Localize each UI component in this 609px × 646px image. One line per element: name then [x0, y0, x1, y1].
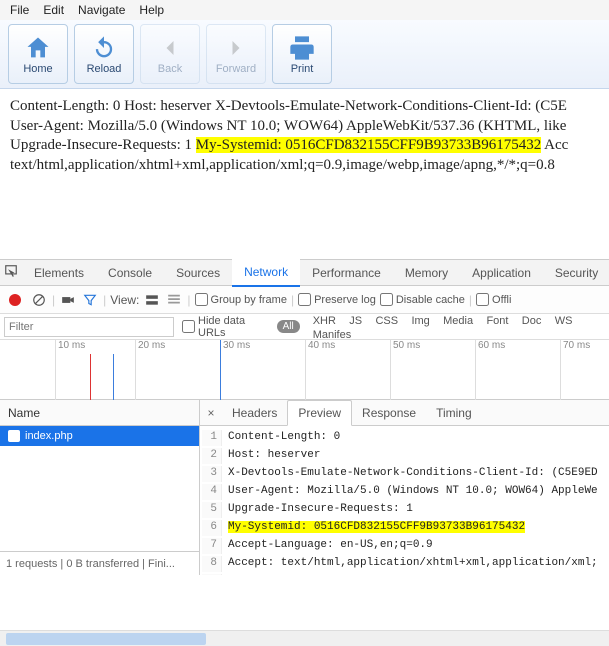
print-button[interactable]: Print	[272, 24, 332, 84]
devtools: Elements Console Sources Network Perform…	[0, 259, 609, 575]
inspect-icon[interactable]	[0, 259, 22, 286]
tick: 50 ms	[390, 340, 420, 400]
offline-checkbox[interactable]: Offli	[476, 293, 511, 306]
request-detail: × Headers Preview Response Timing 1Conte…	[200, 400, 609, 575]
tick: 70 ms	[560, 340, 590, 400]
name-header[interactable]: Name	[0, 400, 199, 426]
request-row-index-php[interactable]: index.php	[0, 426, 199, 446]
page-content: Content-Length: 0 Host: heserver X-Devto…	[0, 89, 609, 259]
forward-icon	[222, 34, 250, 62]
tab-application[interactable]: Application	[460, 260, 543, 286]
menubar: File Edit Navigate Help	[0, 0, 609, 20]
reload-button[interactable]: Reload	[74, 24, 134, 84]
reload-icon	[90, 34, 118, 62]
tick: 60 ms	[475, 340, 505, 400]
filter-img[interactable]: Img	[406, 313, 434, 329]
status-bar: 1 requests | 0 B transferred | Fini...	[0, 551, 199, 575]
filter-all[interactable]: All	[277, 320, 300, 333]
back-icon	[156, 34, 184, 62]
print-icon	[288, 34, 316, 62]
back-button[interactable]: Back	[140, 24, 200, 84]
tick: 40 ms	[305, 340, 335, 400]
filter-css[interactable]: CSS	[370, 313, 403, 329]
filter-font[interactable]: Font	[481, 313, 513, 329]
hide-data-urls-checkbox[interactable]: Hide data URLs	[182, 315, 269, 339]
disable-cache-checkbox[interactable]: Disable cache	[380, 293, 465, 306]
request-list: Name index.php 1 requests | 0 B transfer…	[0, 400, 200, 575]
print-label: Print	[291, 63, 314, 75]
detail-tabs: × Headers Preview Response Timing	[200, 400, 609, 426]
menu-navigate[interactable]: Navigate	[72, 2, 131, 18]
network-body: Name index.php 1 requests | 0 B transfer…	[0, 400, 609, 575]
group-by-frame-checkbox[interactable]: Group by frame	[195, 293, 287, 306]
reload-label: Reload	[87, 63, 122, 75]
tab-performance[interactable]: Performance	[300, 260, 393, 286]
filter-media[interactable]: Media	[438, 313, 478, 329]
filter-ws[interactable]: WS	[550, 313, 578, 329]
timeline[interactable]: 10 ms 20 ms 30 ms 40 ms 50 ms 60 ms 70 m…	[0, 340, 609, 400]
file-icon	[8, 430, 20, 442]
tab-sources[interactable]: Sources	[164, 260, 232, 286]
clear-icon[interactable]	[30, 291, 48, 309]
tick: 20 ms	[135, 340, 165, 400]
network-filter-bar: Hide data URLs All XHR JS CSS Img Media …	[0, 314, 609, 340]
view-label: View:	[110, 293, 139, 307]
tab-console[interactable]: Console	[96, 260, 164, 286]
toolbar: Home Reload Back Forward Print	[0, 20, 609, 89]
large-view-icon[interactable]	[143, 291, 161, 309]
camera-icon[interactable]	[59, 291, 77, 309]
detail-tab-headers[interactable]: Headers	[222, 401, 287, 425]
tick: 30 ms	[220, 340, 250, 400]
home-icon	[24, 34, 52, 62]
tab-elements[interactable]: Elements	[22, 260, 96, 286]
scroll-thumb[interactable]	[6, 633, 206, 645]
small-view-icon[interactable]	[165, 291, 183, 309]
menu-file[interactable]: File	[4, 2, 35, 18]
network-toolbar: | | View: | Group by frame | Preserve lo…	[0, 286, 609, 314]
devtools-tabs: Elements Console Sources Network Perform…	[0, 260, 609, 286]
menu-edit[interactable]: Edit	[37, 2, 70, 18]
preview-pane: 1Content-Length: 02Host: heserver3X-Devt…	[200, 426, 609, 575]
tab-network[interactable]: Network	[232, 259, 300, 287]
filter-input[interactable]	[4, 317, 174, 337]
home-button[interactable]: Home	[8, 24, 68, 84]
detail-tab-timing[interactable]: Timing	[426, 401, 482, 425]
forward-button[interactable]: Forward	[206, 24, 266, 84]
home-label: Home	[23, 63, 52, 75]
tab-memory[interactable]: Memory	[393, 260, 460, 286]
forward-label: Forward	[216, 63, 256, 75]
request-label: index.php	[25, 430, 73, 442]
content-highlight: My-Systemid: 0516CFD832155CFF9B93733B961…	[196, 137, 541, 153]
filter-doc[interactable]: Doc	[517, 313, 547, 329]
detail-tab-preview[interactable]: Preview	[287, 400, 352, 426]
menu-help[interactable]: Help	[133, 2, 170, 18]
filter-types: XHR JS CSS Img Media Font Doc WS Manifes	[308, 313, 605, 341]
back-label: Back	[158, 63, 182, 75]
record-button[interactable]	[9, 294, 21, 306]
tab-security[interactable]: Security	[543, 260, 609, 286]
preserve-log-checkbox[interactable]: Preserve log	[298, 293, 376, 306]
tick: 10 ms	[55, 340, 85, 400]
filter-icon[interactable]	[81, 291, 99, 309]
close-detail-icon[interactable]: ×	[200, 406, 222, 420]
detail-tab-response[interactable]: Response	[352, 401, 426, 425]
horizontal-scrollbar[interactable]	[0, 630, 609, 646]
